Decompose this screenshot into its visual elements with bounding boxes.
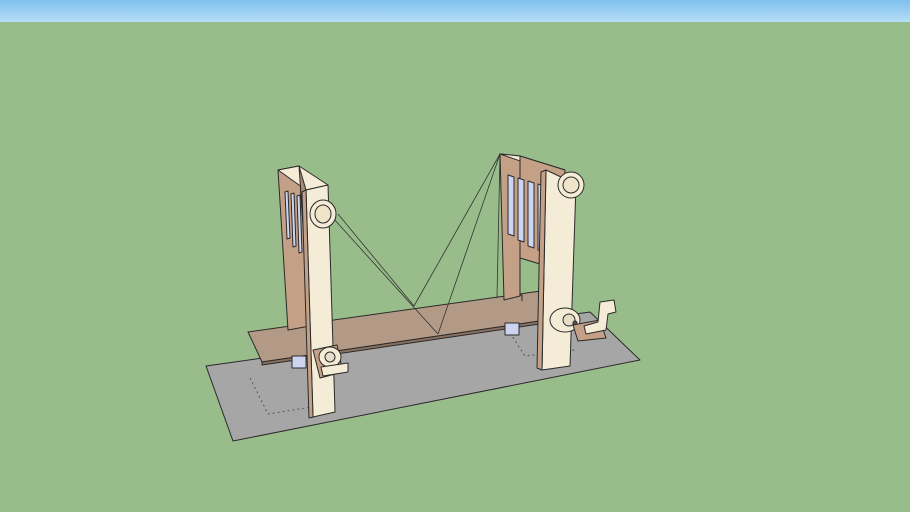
right-top-pulley-hub [562, 176, 580, 194]
right-pillar-front [541, 169, 577, 371]
bridge-model[interactable] [0, 0, 910, 512]
3d-viewport[interactable] [0, 0, 910, 512]
left-top-pulley-hub [314, 204, 332, 224]
